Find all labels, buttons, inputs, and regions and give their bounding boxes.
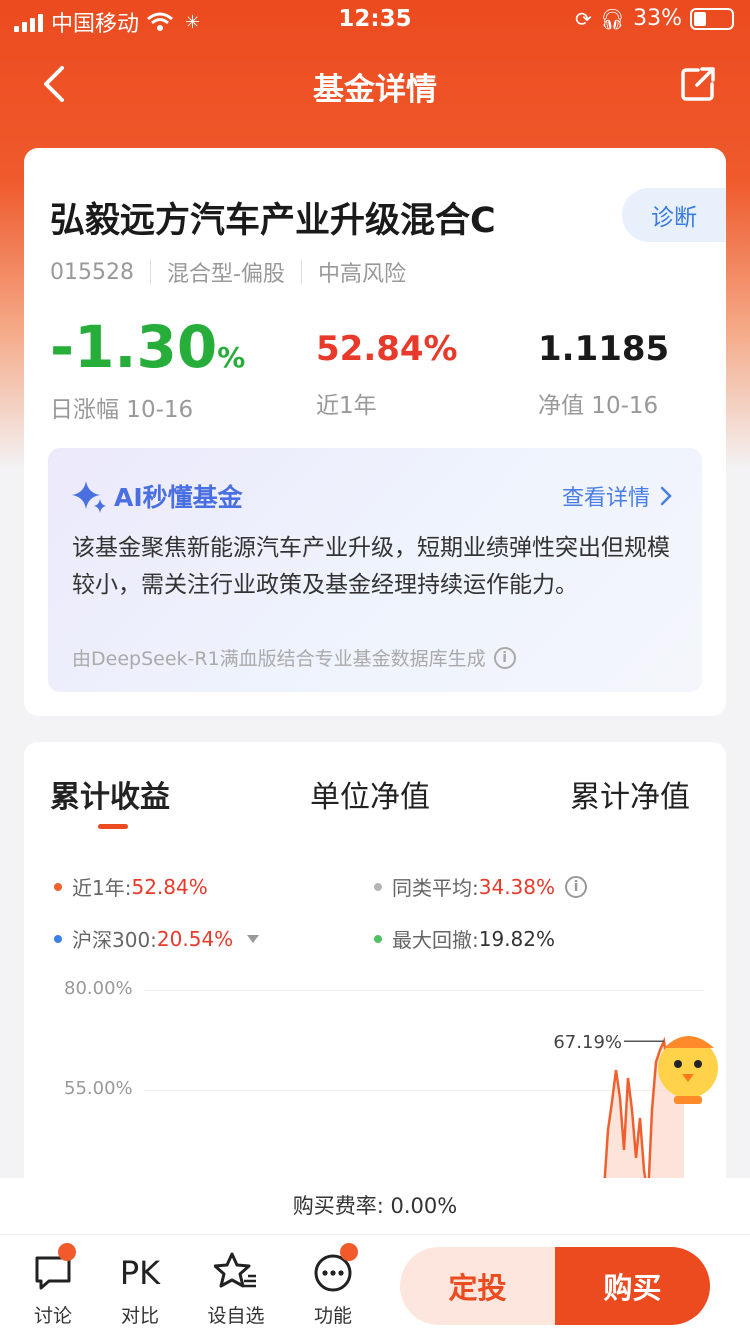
- peak-label: 67.19%: [553, 1032, 622, 1053]
- buy-button[interactable]: 购买: [555, 1247, 710, 1325]
- year-return-value: 52.84%: [316, 329, 458, 369]
- nav-watchlist[interactable]: 设自选: [201, 1251, 271, 1328]
- battery-icon: [690, 7, 734, 30]
- sparkle-icon: [72, 481, 106, 513]
- fund-name: 弘毅远方汽车产业升级混合C: [50, 201, 496, 241]
- rotation-lock-icon: ⟳: [574, 6, 592, 31]
- nav-compare-label: 对比: [120, 1305, 159, 1327]
- fund-meta: 015528 混合型-偏股 中高风险: [50, 256, 406, 288]
- nav-compare[interactable]: PK 对比: [105, 1251, 175, 1328]
- battery-percent: 33%: [633, 6, 682, 31]
- day-change-pct: %: [217, 341, 246, 374]
- return-chart[interactable]: 67.19%: [24, 742, 726, 1202]
- day-change-value: -1.30: [50, 313, 218, 381]
- ai-title: AI秒懂基金: [72, 478, 243, 514]
- day-change-label: 日涨幅 10-16: [50, 397, 194, 423]
- ai-detail-link[interactable]: 查看详情: [562, 480, 672, 512]
- pk-icon: PK: [119, 1254, 161, 1292]
- notification-dot: [58, 1243, 76, 1261]
- fund-risk: 中高风险: [317, 262, 406, 287]
- divider: [149, 260, 151, 284]
- ai-title-text: AI秒懂基金: [114, 483, 243, 512]
- trade-buttons: 定投 购买: [400, 1247, 710, 1325]
- notification-dot: [340, 1243, 358, 1261]
- divider: [300, 260, 302, 284]
- nav-label: 净值 10-16: [538, 393, 659, 419]
- ai-note-text: 由DeepSeek-R1满血版结合专业基金数据库生成: [72, 648, 486, 670]
- year-return-stat: 52.84% 近1年: [316, 332, 458, 420]
- ai-source-note: 由DeepSeek-R1满血版结合专业基金数据库生成 i: [72, 644, 516, 671]
- ai-link-text: 查看详情: [561, 486, 650, 511]
- fund-code: 015528: [50, 259, 134, 285]
- diagnose-button[interactable]: 诊断: [622, 188, 726, 242]
- bottom-action-bar: 讨论 PK 对比 设自选 功能 定投 购买: [0, 1234, 750, 1334]
- ai-summary-text: 该基金聚焦新能源汽车产业升级，短期业绩弹性突出但规模较小，需关注行业政策及基金经…: [72, 535, 670, 598]
- nav-stat: 1.1185 净值 10-16: [538, 332, 669, 420]
- nav-discuss-label: 讨论: [33, 1305, 72, 1327]
- headphones-icon: 🎧︎: [599, 6, 626, 31]
- sip-button[interactable]: 定投: [400, 1247, 555, 1325]
- day-change-stat: -1.30% 日涨幅 10-16: [50, 318, 245, 424]
- page-title: 基金详情: [313, 72, 437, 108]
- fund-summary-card: 弘毅远方汽车产业升级混合C 诊断 015528 混合型-偏股 中高风险 -1.3…: [24, 148, 726, 716]
- year-return-label: 近1年: [316, 393, 377, 419]
- nav-header: 基金详情: [0, 50, 750, 120]
- status-bar: 中国移动 ✳ 12:35 ⟳ 🎧︎ 33%: [0, 0, 750, 40]
- chevron-right-icon: [660, 486, 672, 506]
- star-add-icon: [213, 1252, 256, 1288]
- nav-functions-label: 功能: [313, 1305, 352, 1327]
- ai-summary-box[interactable]: AI秒懂基金 查看详情 该基金聚焦新能源汽车产业升级，短期业绩弹性突出但规模较小…: [48, 448, 702, 692]
- nav-watchlist-label: 设自选: [207, 1305, 265, 1327]
- purchase-fee: 购买费率: 0.00%: [0, 1178, 750, 1234]
- chart-card: 累计收益 单位净值 累计净值 近1年: 52.84% 同类平均: 34.38% …: [24, 742, 726, 1202]
- fund-type: 混合型-偏股: [166, 262, 285, 287]
- nav-value: 1.1185: [538, 329, 670, 369]
- nav-discuss[interactable]: 讨论: [18, 1243, 88, 1328]
- info-icon[interactable]: i: [493, 646, 516, 669]
- nav-functions[interactable]: 功能: [298, 1243, 368, 1328]
- share-icon[interactable]: [678, 64, 718, 104]
